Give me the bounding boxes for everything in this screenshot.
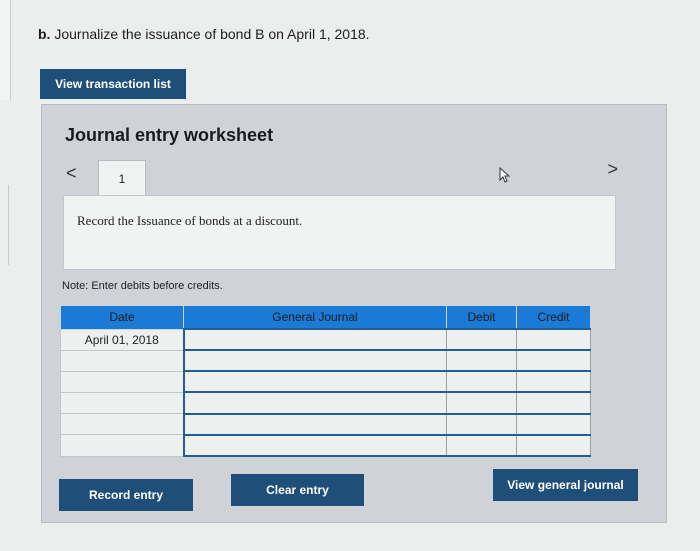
table-row — [60, 349, 591, 373]
view-transaction-list-button[interactable]: View transaction list — [40, 69, 186, 99]
table-row — [60, 370, 591, 394]
table-row — [60, 391, 591, 415]
debit-input[interactable] — [446, 433, 517, 458]
view-general-journal-button[interactable]: View general journal — [493, 469, 638, 501]
left-panel-edge-lower — [0, 185, 9, 265]
debit-column-header: Debit — [446, 305, 517, 330]
mouse-cursor-icon — [499, 167, 511, 183]
left-panel-edge — [0, 0, 11, 100]
question-body: Journalize the issuance of bond B on Apr… — [54, 26, 370, 42]
next-entry-chevron-icon[interactable]: > — [607, 159, 618, 180]
question-text: b. Journalize the issuance of bond B on … — [38, 26, 370, 42]
credit-column-header: Credit — [516, 305, 591, 330]
debit-input[interactable] — [446, 391, 517, 415]
debit-input[interactable] — [446, 370, 517, 394]
general-journal-column-header: General Journal — [183, 305, 447, 330]
entry-note: Note: Enter debits before credits. — [62, 280, 223, 292]
credit-input[interactable] — [516, 327, 591, 352]
date-cell[interactable] — [60, 413, 184, 436]
date-cell[interactable] — [60, 391, 184, 415]
general-journal-input[interactable] — [182, 327, 447, 352]
credit-input[interactable] — [516, 349, 591, 373]
date-cell[interactable] — [60, 349, 184, 372]
general-journal-input[interactable] — [182, 349, 447, 373]
table-row: April 01, 2018 — [60, 327, 591, 352]
journal-table: Date General Journal Debit Credit April … — [60, 305, 591, 458]
date-column-header: Date — [60, 305, 184, 330]
credit-input[interactable] — [516, 391, 591, 415]
journal-table-header: Date General Journal Debit Credit — [60, 305, 591, 330]
date-cell[interactable] — [60, 370, 184, 393]
record-entry-button[interactable]: Record entry — [59, 479, 193, 511]
credit-input[interactable] — [516, 433, 591, 458]
debit-input[interactable] — [446, 349, 517, 373]
general-journal-input[interactable] — [182, 433, 447, 458]
worksheet-title: Journal entry worksheet — [65, 125, 274, 145]
entry-tab-label: 1 — [118, 171, 126, 186]
question-prefix: b. — [38, 26, 51, 42]
general-journal-input[interactable] — [182, 391, 447, 415]
credit-input[interactable] — [516, 370, 591, 394]
table-row — [60, 412, 591, 436]
date-cell[interactable]: April 01, 2018 — [60, 328, 184, 351]
date-cell[interactable] — [60, 434, 184, 457]
journal-entry-worksheet: Journal entry worksheet < 1 > Record the… — [41, 104, 667, 523]
entry-tab-1[interactable]: 1 — [98, 160, 146, 196]
general-journal-input[interactable] — [182, 412, 447, 436]
clear-entry-button[interactable]: Clear entry — [231, 474, 364, 506]
table-row — [60, 433, 591, 458]
entry-description-box: Record the Issuance of bonds at a discou… — [63, 195, 616, 270]
prev-entry-chevron-icon[interactable]: < — [66, 163, 77, 184]
debit-input[interactable] — [446, 412, 517, 436]
credit-input[interactable] — [516, 412, 591, 436]
debit-input[interactable] — [446, 327, 517, 352]
entry-description: Record the Issuance of bonds at a discou… — [77, 213, 303, 228]
general-journal-input[interactable] — [182, 370, 447, 394]
